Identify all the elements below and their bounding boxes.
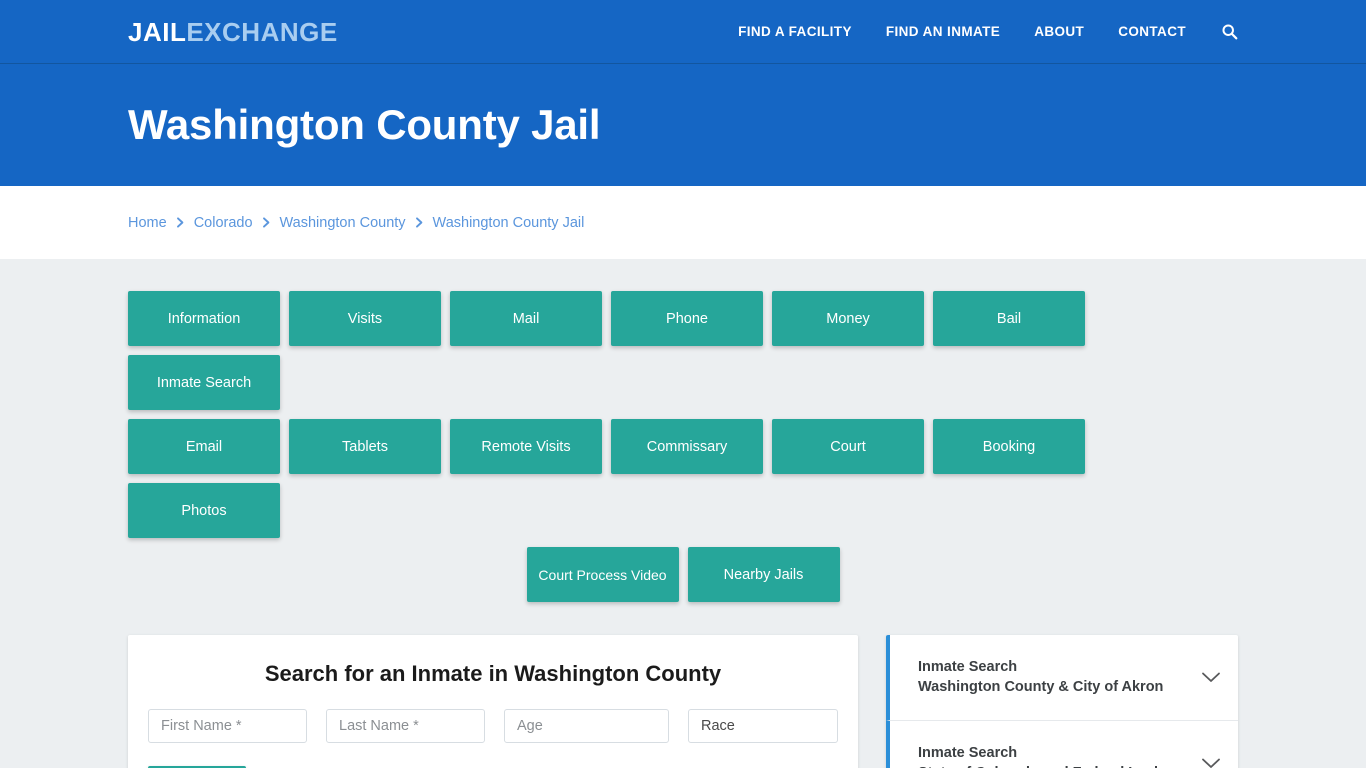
quick-link-bail[interactable]: Bail	[933, 291, 1085, 346]
nav-contact[interactable]: CONTACT	[1101, 24, 1203, 39]
accordion-line-2: Washington County & City of Akron	[918, 678, 1164, 695]
page-content: Information Visits Mail Phone Money Bail…	[0, 259, 1366, 768]
quick-link-email[interactable]: Email	[128, 419, 280, 474]
accordion-item-inmate-search-county[interactable]: Inmate Search Washington County & City o…	[886, 635, 1238, 721]
breadcrumb-item-colorado[interactable]: Colorado	[194, 215, 253, 231]
quick-links-row-3: Court Process Video Nearby Jails	[128, 547, 1238, 602]
quick-links-row-2: Email Tablets Remote Visits Commissary C…	[128, 410, 1238, 538]
breadcrumb: Home Colorado Washington County Washingt…	[128, 215, 584, 231]
chevron-right-icon	[176, 217, 185, 228]
site-logo[interactable]: JAILEXCHANGE	[128, 19, 338, 45]
quick-links-row-1: Information Visits Mail Phone Money Bail…	[128, 259, 1238, 410]
race-select[interactable]: Race	[688, 709, 838, 744]
chevron-down-icon[interactable]	[1200, 753, 1222, 768]
accordion-item-label: Inmate Search Washington County & City o…	[918, 658, 1190, 697]
logo-text-exchange: EXCHANGE	[186, 16, 338, 47]
primary-nav-links: FIND A FACILITY FIND AN INMATE ABOUT CON…	[721, 23, 1238, 40]
chevron-down-icon[interactable]	[1200, 667, 1222, 689]
breadcrumb-item-washington-county[interactable]: Washington County	[280, 215, 406, 231]
first-name-input[interactable]	[148, 709, 307, 744]
chevron-right-icon	[415, 217, 424, 228]
chevron-right-icon	[262, 217, 271, 228]
quick-link-nearby-jails[interactable]: Nearby Jails	[687, 547, 840, 602]
nav-find-an-inmate[interactable]: FIND AN INMATE	[869, 24, 1017, 39]
quick-link-inmate-search[interactable]: Inmate Search	[128, 355, 280, 410]
inmate-search-card: Search for an Inmate in Washington Count…	[128, 635, 858, 768]
quick-link-information[interactable]: Information	[128, 291, 280, 346]
age-input[interactable]	[504, 709, 669, 744]
main-column: Search for an Inmate in Washington Count…	[128, 635, 858, 768]
quick-link-mail[interactable]: Mail	[450, 291, 602, 346]
quick-link-money[interactable]: Money	[772, 291, 924, 346]
quick-link-commissary[interactable]: Commissary	[611, 419, 763, 474]
quick-link-court-process-video[interactable]: Court Process Video	[526, 547, 679, 602]
search-icon[interactable]	[1203, 23, 1238, 40]
quick-link-phone[interactable]: Phone	[611, 291, 763, 346]
inmate-search-fields: Race	[148, 709, 838, 744]
top-navigation-bar: JAILEXCHANGE FIND A FACILITY FIND AN INM…	[0, 0, 1366, 64]
breadcrumb-item-washington-county-jail[interactable]: Washington County Jail	[433, 215, 585, 231]
sidebar-column: Inmate Search Washington County & City o…	[886, 635, 1238, 768]
accordion-item-inmate-search-state[interactable]: Inmate Search State of Colorado and Fede…	[886, 721, 1238, 768]
breadcrumb-band: Home Colorado Washington County Washingt…	[0, 186, 1366, 259]
accordion-item-label: Inmate Search State of Colorado and Fede…	[918, 744, 1190, 768]
quick-link-tablets[interactable]: Tablets	[289, 419, 441, 474]
logo-text-jail: JAIL	[128, 16, 187, 47]
page-title: Washington County Jail	[128, 100, 601, 148]
accordion-line-1: Inmate Search	[918, 658, 1018, 675]
accordion-line-1: Inmate Search	[918, 744, 1018, 761]
quick-link-remote-visits[interactable]: Remote Visits	[450, 419, 602, 474]
page-title-band: Washington County Jail	[0, 64, 1366, 186]
nav-about[interactable]: ABOUT	[1017, 24, 1101, 39]
quick-link-booking[interactable]: Booking	[933, 419, 1085, 474]
sidebar-accordion: Inmate Search Washington County & City o…	[886, 635, 1238, 768]
quick-link-photos[interactable]: Photos	[128, 483, 280, 538]
content-columns: Search for an Inmate in Washington Count…	[128, 635, 1238, 768]
accordion-line-2: State of Colorado and Federal Lockups	[918, 764, 1190, 768]
quick-link-court[interactable]: Court	[772, 419, 924, 474]
quick-link-visits[interactable]: Visits	[289, 291, 441, 346]
inmate-search-title: Search for an Inmate in Washington Count…	[264, 661, 722, 686]
nav-find-a-facility[interactable]: FIND A FACILITY	[721, 24, 869, 39]
breadcrumb-item-home[interactable]: Home	[128, 215, 167, 231]
last-name-input[interactable]	[326, 709, 485, 744]
